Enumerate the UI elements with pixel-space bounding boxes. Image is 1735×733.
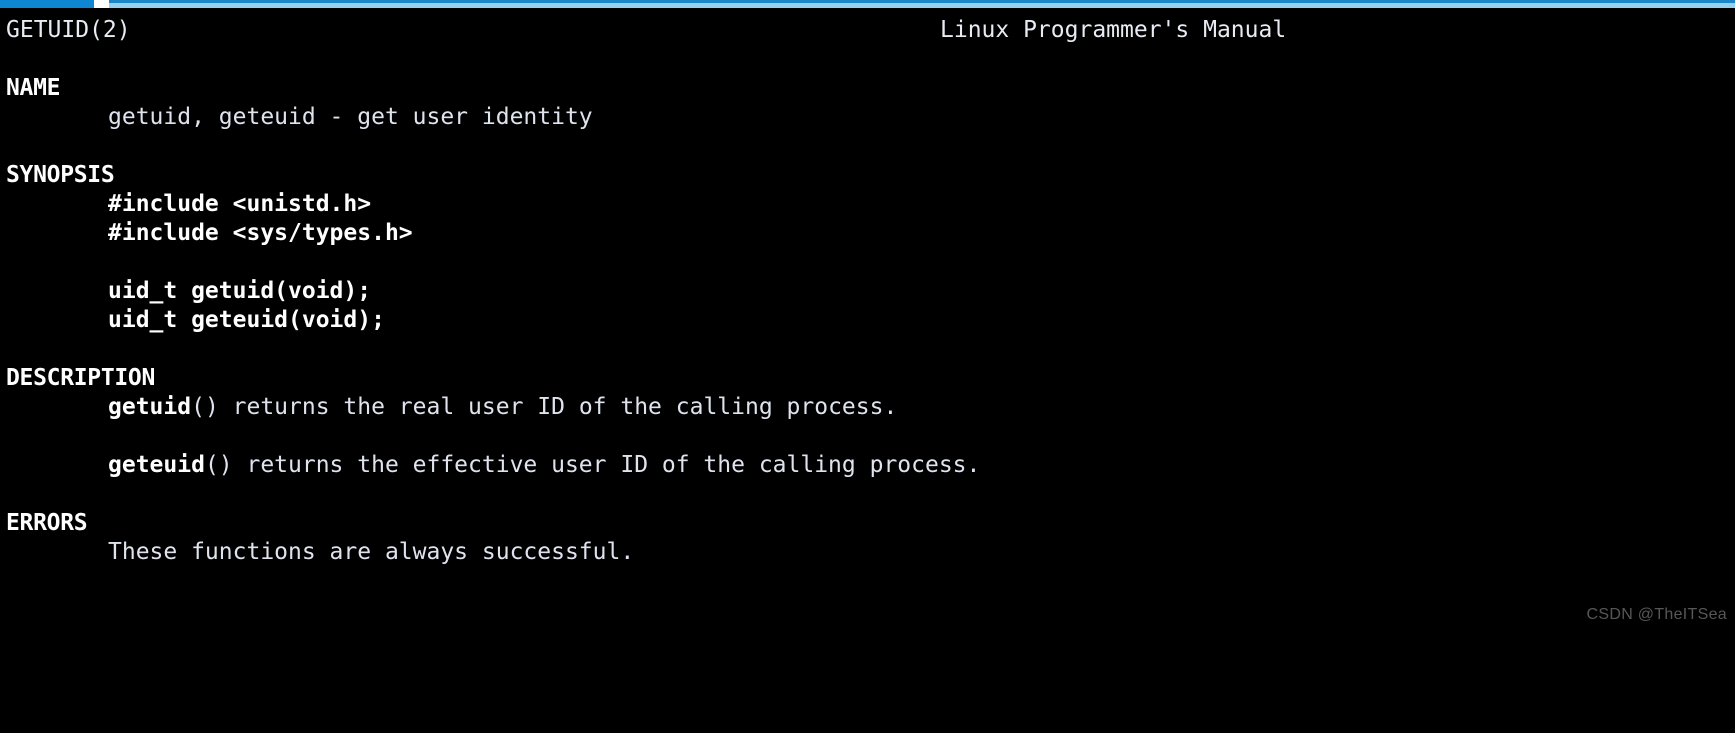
errors-section-body: These functions are always successful. [108, 538, 634, 567]
manpage-header-center-title: Linux Programmer's Manual [940, 16, 1286, 45]
description-geteuid-text: () returns the effective user ID of the … [205, 452, 980, 478]
section-heading-name: NAME [6, 74, 60, 103]
description-geteuid-function-name: geteuid [108, 452, 205, 478]
name-section-body: getuid, geteuid - get user identity [108, 103, 593, 132]
manpage-header-left: GETUID(2) [6, 16, 131, 45]
description-geteuid-line: geteuid() returns the effective user ID … [108, 451, 980, 480]
page-scroll-progressbar[interactable] [0, 0, 1735, 8]
description-getuid-text: () returns the real user ID of the calli… [191, 394, 897, 420]
csdn-watermark: CSDN @TheITSea [1587, 606, 1727, 624]
section-heading-errors: ERRORS [6, 509, 87, 538]
synopsis-prototype-getuid: uid_t getuid(void); [108, 277, 371, 306]
section-heading-description: DESCRIPTION [6, 364, 155, 393]
scrollbar-track[interactable] [0, 0, 1735, 3]
section-heading-synopsis: SYNOPSIS [6, 161, 114, 190]
description-getuid-line: getuid() returns the real user ID of the… [108, 393, 897, 422]
synopsis-include-unistd: #include <unistd.h> [108, 190, 371, 219]
synopsis-include-sys-types: #include <sys/types.h> [108, 219, 413, 248]
synopsis-prototype-geteuid: uid_t geteuid(void); [108, 306, 385, 335]
scrollbar-handle[interactable] [94, 0, 109, 8]
scrollbar-filled-portion [0, 0, 94, 8]
terminal-manpage-view[interactable]: GETUID(2) Linux Programmer's Manual NAME… [0, 8, 1735, 630]
description-getuid-function-name: getuid [108, 394, 191, 420]
